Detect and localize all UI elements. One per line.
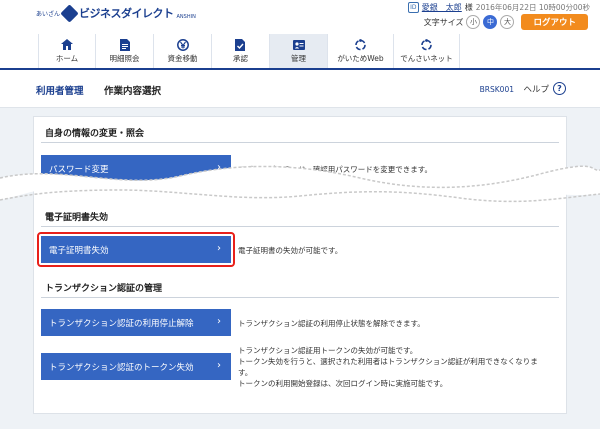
user-id-icon: ID (407, 2, 419, 13)
transaction-token-revoke-desc: トランザクション認証用トークンの失効が可能です。 トークン失効を行うと、選択され… (238, 345, 538, 389)
user-honorific: 様 (464, 3, 473, 12)
link-icon (354, 38, 368, 51)
nav-label: がいためWeb (337, 53, 384, 63)
logout-button[interactable]: ログアウト (521, 14, 588, 30)
manage-icon (292, 39, 306, 51)
button-label: トランザクション認証の利用停止解除 (49, 318, 194, 329)
bank-logo[interactable]: あいざん ビジネスダイレクト ANSHIN (36, 3, 196, 23)
section-title-certificate: 電子証明書失効 (45, 213, 109, 223)
nav-statements[interactable]: 明細照会 (96, 34, 154, 68)
global-nav: ホーム 明細照会 資金移動 承認 管理 がいためWeb でんさいネット (38, 34, 460, 68)
screen-code: BRSK001 (479, 85, 514, 94)
help-link[interactable]: ヘルプ ? (523, 82, 566, 95)
nav-label: ホーム (55, 53, 79, 63)
logo-text: ビジネスダイレクト (79, 7, 174, 20)
nav-label: でんさいネット (400, 53, 453, 63)
section-title-transaction-auth: トランザクション認証の管理 (45, 284, 163, 294)
help-icon: ? (553, 82, 566, 95)
section-title-self-info: 自身の情報の変更・照会 (45, 129, 145, 139)
desc-line: す。 (238, 368, 253, 377)
section-divider (41, 142, 559, 143)
chevron-right-icon: › (217, 360, 221, 371)
desc-line: トークン失効を行うと、選択された利用者はトランザクション認証が利用できなくなりま (238, 357, 538, 366)
page-title: 作業内容選択 (104, 86, 162, 97)
font-size-switcher: 文字サイズ 小 中 大 ログアウト (424, 14, 588, 30)
logo-sub: ANSHIN (176, 14, 196, 20)
nav-label: 資金移動 (167, 53, 198, 63)
transaction-token-revoke-button[interactable]: トランザクション認証のトークン失効 › (41, 353, 231, 380)
top-bar: あいざん ビジネスダイレクト ANSHIN ID 愛銀 太郎 様 2016年06… (0, 0, 600, 32)
nav-manage[interactable]: 管理 (270, 34, 328, 68)
nav-transfer[interactable]: 資金移動 (154, 34, 212, 68)
transaction-unlock-button[interactable]: トランザクション認証の利用停止解除 › (41, 309, 231, 336)
nav-label: 承認 (233, 53, 248, 63)
button-label: トランザクション認証のトークン失効 (49, 362, 194, 373)
document-icon (118, 38, 132, 51)
font-size-small-button[interactable]: 小 (466, 15, 481, 29)
nav-label: 管理 (291, 53, 306, 63)
nav-home[interactable]: ホーム (38, 34, 96, 68)
home-icon (60, 39, 74, 51)
page-header: 利用者管理 作業内容選択 BRSK001 ヘルプ ? (0, 70, 600, 108)
user-info: ID 愛銀 太郎 様 2016年06月22日 10時00分00秒 (407, 2, 590, 13)
nav-approval[interactable]: 承認 (212, 34, 270, 68)
desc-line: トランザクション認証用トークンの失効が可能です。 (238, 346, 418, 355)
chevron-right-icon: › (217, 316, 221, 327)
approval-icon (234, 38, 248, 51)
section-divider (41, 297, 559, 298)
highlight-box (37, 232, 235, 267)
transaction-unlock-desc: トランザクション認証の利用停止状態を解除できます。 (238, 319, 425, 328)
nav-label: 明細照会 (109, 53, 140, 63)
logo-mark-icon (60, 3, 79, 23)
help-label: ヘルプ (523, 84, 549, 95)
torn-paper-overlay (0, 165, 600, 203)
certificate-revoke-desc: 電子証明書の失効が可能です。 (238, 246, 343, 255)
user-name-link[interactable]: 愛銀 太郎 (422, 2, 462, 13)
link-icon (420, 38, 434, 51)
font-size-medium-button[interactable]: 中 (483, 15, 498, 29)
nav-gaitame-web[interactable]: がいためWeb (328, 34, 394, 68)
logo-prefix: あいざん (36, 10, 61, 18)
nav-densai-net[interactable]: でんさいネット (394, 34, 460, 68)
yen-icon (176, 38, 190, 51)
desc-line: トークンの利用開始登録は、次回ログイン時に実施可能です。 (238, 379, 448, 388)
section-divider (41, 226, 559, 227)
breadcrumb-category: 利用者管理 (36, 86, 84, 97)
font-size-label: 文字サイズ (423, 17, 464, 27)
font-size-large-button[interactable]: 大 (500, 15, 515, 29)
login-time: 2016年06月22日 10時00分00秒 (475, 3, 590, 12)
